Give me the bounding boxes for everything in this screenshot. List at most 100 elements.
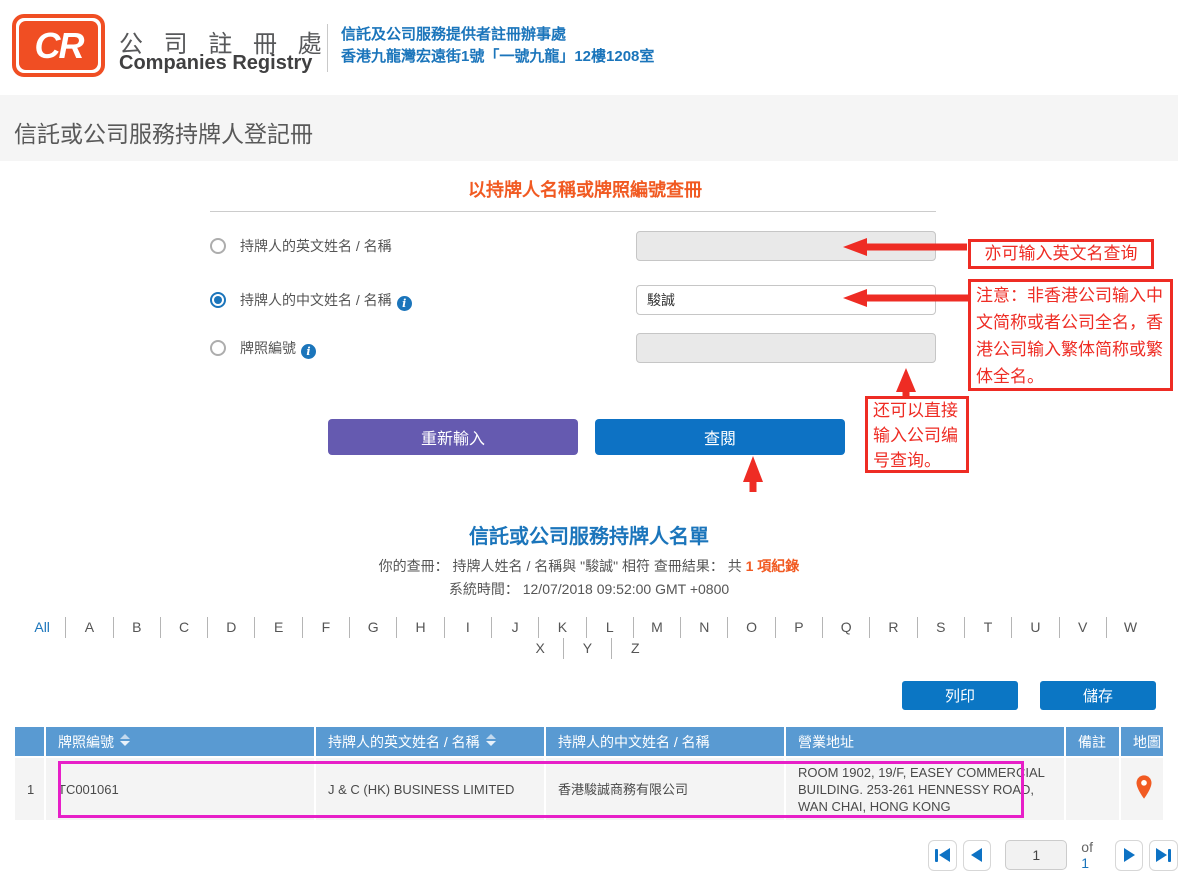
page-title-band: 信託或公司服務持牌人登記冊: [0, 95, 1178, 161]
alphabet-filter-d[interactable]: D: [208, 617, 255, 638]
label-licence-no: 牌照編號i: [240, 333, 316, 363]
column-header-3: 持牌人的中文姓名 / 名稱: [545, 727, 785, 757]
first-page-icon: [935, 849, 938, 862]
alphabet-filter-h[interactable]: H: [397, 617, 444, 638]
cr-logo-inner: CR: [19, 21, 98, 70]
system-time: 系統時間： 12/07/2018 09:52:00 GMT +0800: [0, 579, 1178, 599]
radio-english-name[interactable]: [210, 238, 226, 254]
last-page-icon: [1156, 848, 1167, 862]
alphabet-filter-b[interactable]: B: [114, 617, 161, 638]
office-address: 信託及公司服務提供者註冊辦事處 香港九龍灣宏遠街1號「一號九龍」12樓1208室: [341, 24, 654, 68]
annotation-arrow-chinese-input: [843, 289, 973, 307]
table-row: 1TC001061J & C (HK) BUSINESS LIMITED香港駿誠…: [15, 757, 1163, 820]
sort-icon[interactable]: [486, 734, 496, 746]
query-count: 1 項紀錄: [746, 558, 800, 574]
alphabet-filter-g[interactable]: G: [350, 617, 397, 638]
site-header: CR 公 司 註 冊 處 Companies Registry 信託及公司服務提…: [0, 0, 1178, 95]
map-cell: [1120, 757, 1163, 820]
alphabet-filter-all[interactable]: All: [19, 617, 66, 638]
alphabet-filter-f[interactable]: F: [303, 617, 350, 638]
table-header-row: 牌照編號持牌人的英文姓名 / 名稱持牌人的中文姓名 / 名稱營業地址備註地圖: [15, 727, 1163, 757]
alphabet-filter-m[interactable]: M: [634, 617, 681, 638]
name-zh-cell: 香港駿誠商務有限公司: [545, 757, 785, 820]
column-header-6: 地圖: [1120, 727, 1163, 757]
alphabet-filter-r[interactable]: R: [870, 617, 917, 638]
annotation-box-english: 亦可输入英文名查询: [968, 239, 1154, 269]
alphabet-filter-e[interactable]: E: [255, 617, 302, 638]
next-page-icon: [1124, 848, 1135, 862]
page-number-input[interactable]: [1005, 840, 1067, 870]
row-index: 1: [15, 757, 45, 820]
last-page-button[interactable]: [1149, 840, 1178, 871]
query-text: 你的查冊： 持牌人姓名 / 名稱與 "駿誠" 相符 查冊結果： 共: [379, 558, 746, 574]
office-line2: 香港九龍灣宏遠街1號「一號九龍」12樓1208室: [341, 46, 654, 68]
annotation-arrow-english-input: [843, 238, 967, 256]
radio-licence-no[interactable]: [210, 340, 226, 356]
first-page-button[interactable]: [928, 840, 957, 871]
column-header-1[interactable]: 牌照編號: [45, 727, 315, 757]
page-title: 信託或公司服務持牌人登記冊: [14, 115, 313, 149]
alphabet-filter-c[interactable]: C: [161, 617, 208, 638]
annotation-box-note: 注意：非香港公司输入中文简称或者公司全名，香港公司输入繁体简称或繁体全名。: [968, 279, 1173, 391]
search-divider: [210, 211, 936, 212]
sort-icon[interactable]: [120, 734, 130, 746]
page: CR 公 司 註 冊 處 Companies Registry 信託及公司服務提…: [0, 0, 1178, 879]
info-icon[interactable]: i: [397, 296, 412, 311]
alphabet-filter-z[interactable]: Z: [612, 638, 659, 659]
alphabet-filter-q[interactable]: Q: [823, 617, 870, 638]
name-en-cell: J & C (HK) BUSINESS LIMITED: [315, 757, 545, 820]
page-count-label: of 1: [1081, 839, 1102, 871]
cr-logo-text: CR: [35, 25, 83, 67]
alphabet-filter-x[interactable]: X: [517, 638, 564, 659]
cr-logo[interactable]: CR: [12, 14, 105, 77]
info-icon[interactable]: i: [301, 344, 316, 359]
alphabet-filter-a[interactable]: A: [66, 617, 113, 638]
alphabet-filter-p[interactable]: P: [776, 617, 823, 638]
save-button[interactable]: 儲存: [1040, 681, 1156, 710]
alphabet-filter-l[interactable]: L: [587, 617, 634, 638]
alphabet-filter-s[interactable]: S: [918, 617, 965, 638]
label-english-name: 持牌人的英文姓名 / 名稱: [240, 231, 392, 261]
search-heading: 以持牌人名稱或牌照編號查冊: [210, 176, 960, 202]
previous-page-button[interactable]: [963, 840, 992, 871]
total-pages: 1: [1081, 855, 1089, 871]
input-licence-no[interactable]: [636, 333, 936, 363]
licence-no-cell: TC001061: [45, 757, 315, 820]
header-divider: [327, 24, 328, 72]
query-summary: 你的查冊： 持牌人姓名 / 名稱與 "駿誠" 相符 查冊結果： 共 1 項紀錄: [0, 556, 1178, 576]
column-header-2[interactable]: 持牌人的英文姓名 / 名稱: [315, 727, 545, 757]
print-button[interactable]: 列印: [902, 681, 1018, 710]
alphabet-filter-u[interactable]: U: [1012, 617, 1059, 638]
alphabet-filter-row2: XYZ: [517, 638, 659, 659]
alphabet-filter-n[interactable]: N: [681, 617, 728, 638]
results-title: 信託或公司服務持牌人名單: [0, 520, 1178, 549]
map-pin-icon[interactable]: [1134, 774, 1154, 800]
column-header-5: 備註: [1065, 727, 1120, 757]
results-table: 牌照編號持牌人的英文姓名 / 名稱持牌人的中文姓名 / 名稱營業地址備註地圖 1…: [15, 727, 1163, 820]
table-body: 1TC001061J & C (HK) BUSINESS LIMITED香港駿誠…: [15, 757, 1163, 820]
alphabet-filter-j[interactable]: J: [492, 617, 539, 638]
alphabet-filter-t[interactable]: T: [965, 617, 1012, 638]
pagination: of 1: [928, 839, 1178, 871]
reset-button[interactable]: 重新輸入: [328, 419, 578, 455]
search-button[interactable]: 查閱: [595, 419, 845, 455]
brand-name-english: Companies Registry: [119, 52, 312, 75]
remarks-cell: [1065, 757, 1120, 820]
annotation-box-licence: 还可以直接输入公司编号查询。: [865, 396, 969, 473]
radio-chinese-name[interactable]: [210, 292, 226, 308]
annotation-arrow-search-button: [743, 456, 763, 492]
alphabet-filter-w[interactable]: W: [1107, 617, 1154, 638]
alphabet-filter-i[interactable]: I: [445, 617, 492, 638]
office-line1: 信託及公司服務提供者註冊辦事處: [341, 24, 654, 46]
alphabet-filter-o[interactable]: O: [728, 617, 775, 638]
column-header-4: 營業地址: [785, 727, 1065, 757]
next-page-button[interactable]: [1115, 840, 1144, 871]
alphabet-filter-k[interactable]: K: [539, 617, 586, 638]
alphabet-filter-y[interactable]: Y: [564, 638, 611, 659]
alphabet-filter-v[interactable]: V: [1060, 617, 1107, 638]
label-chinese-name: 持牌人的中文姓名 / 名稱i: [240, 285, 412, 315]
previous-page-icon: [971, 848, 982, 862]
column-header-0: [15, 727, 45, 757]
address-cell: ROOM 1902, 19/F, EASEY COMMERCIAL BUILDI…: [785, 757, 1065, 820]
alphabet-filter-row1: AllABCDEFGHIJKLMNOPQRSTUVW: [19, 617, 1154, 638]
